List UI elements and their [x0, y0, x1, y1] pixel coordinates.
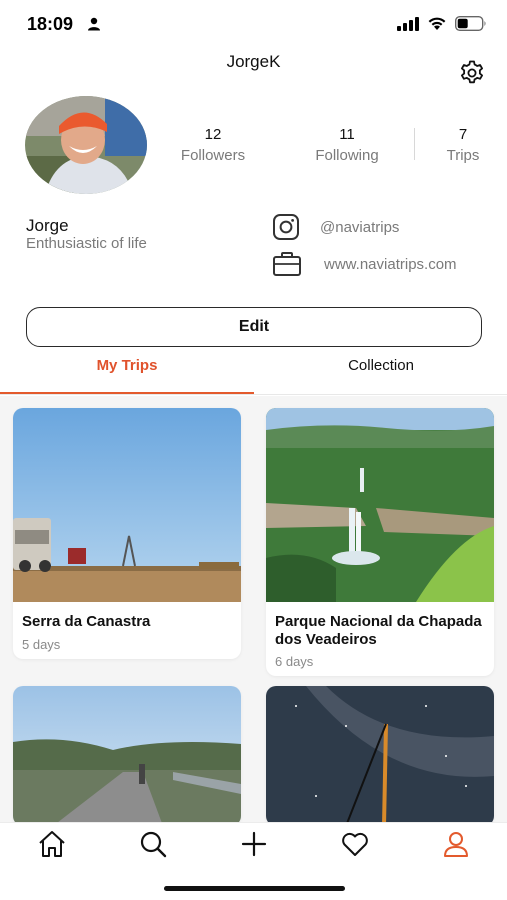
tab-collection[interactable]: Collection — [254, 357, 507, 395]
home-icon[interactable] — [37, 829, 67, 859]
following-count: 11 — [339, 126, 355, 143]
trip-card[interactable] — [13, 686, 241, 826]
trips-stat[interactable]: 7 Trips — [432, 126, 494, 164]
trip-photo — [13, 686, 241, 826]
trip-title: Serra da Canastra — [22, 613, 151, 630]
trip-card[interactable] — [266, 686, 494, 826]
profile-bio: Enthusiastic of life — [26, 235, 147, 252]
trip-photo — [13, 408, 241, 602]
heart-icon[interactable] — [340, 829, 370, 859]
trip-photo — [266, 686, 494, 826]
trip-card[interactable]: Parque Nacional da Chapada dos Veadeiros… — [266, 408, 494, 676]
cellular-signal-icon — [397, 16, 419, 31]
home-indicator — [164, 886, 345, 891]
person-status-icon — [88, 17, 100, 31]
stats-divider — [414, 128, 415, 160]
following-label: Following — [315, 147, 379, 164]
website-url: www.naviatrips.com — [324, 256, 457, 273]
instagram-handle: @naviatrips — [320, 219, 400, 236]
profile-name: Jorge — [26, 216, 69, 235]
trip-photo — [266, 408, 494, 602]
tab-divider — [0, 394, 507, 395]
trip-duration: 5 days — [22, 637, 61, 652]
status-bar: 18:09 — [0, 0, 507, 48]
profile-avatar[interactable] — [25, 96, 147, 194]
search-icon[interactable] — [138, 829, 168, 859]
website-link[interactable]: www.naviatrips.com — [272, 251, 457, 277]
followers-count: 12 — [204, 126, 222, 143]
profile-username: JorgeK — [226, 52, 281, 71]
trips-label: Trips — [446, 147, 480, 164]
briefcase-icon — [273, 252, 301, 276]
instagram-icon — [273, 214, 299, 240]
trip-title: Parque Nacional da Chapada dos Veadeiros — [275, 613, 482, 648]
wifi-icon — [428, 17, 446, 30]
profile-icon[interactable] — [441, 829, 471, 859]
trip-card[interactable]: Serra da Canastra 5 days — [13, 408, 241, 659]
trips-grid: Serra da Canastra 5 days Parque Nacional… — [0, 396, 507, 826]
avatar-photo — [25, 96, 147, 194]
followers-label: Followers — [180, 147, 246, 164]
instagram-link[interactable]: @naviatrips — [272, 213, 399, 241]
status-icons — [397, 16, 487, 31]
status-time: 18:09 — [27, 14, 74, 34]
followers-stat[interactable]: 12 Followers — [170, 126, 256, 164]
edit-profile-button[interactable]: Edit — [26, 307, 482, 347]
trips-count: 7 — [458, 126, 468, 143]
trip-duration: 6 days — [275, 654, 314, 669]
settings-gear-icon[interactable] — [458, 59, 486, 87]
battery-icon — [455, 16, 486, 31]
following-stat[interactable]: 11 Following — [304, 126, 390, 164]
tab-my-trips[interactable]: My Trips — [0, 357, 254, 395]
plus-icon[interactable] — [239, 829, 269, 859]
